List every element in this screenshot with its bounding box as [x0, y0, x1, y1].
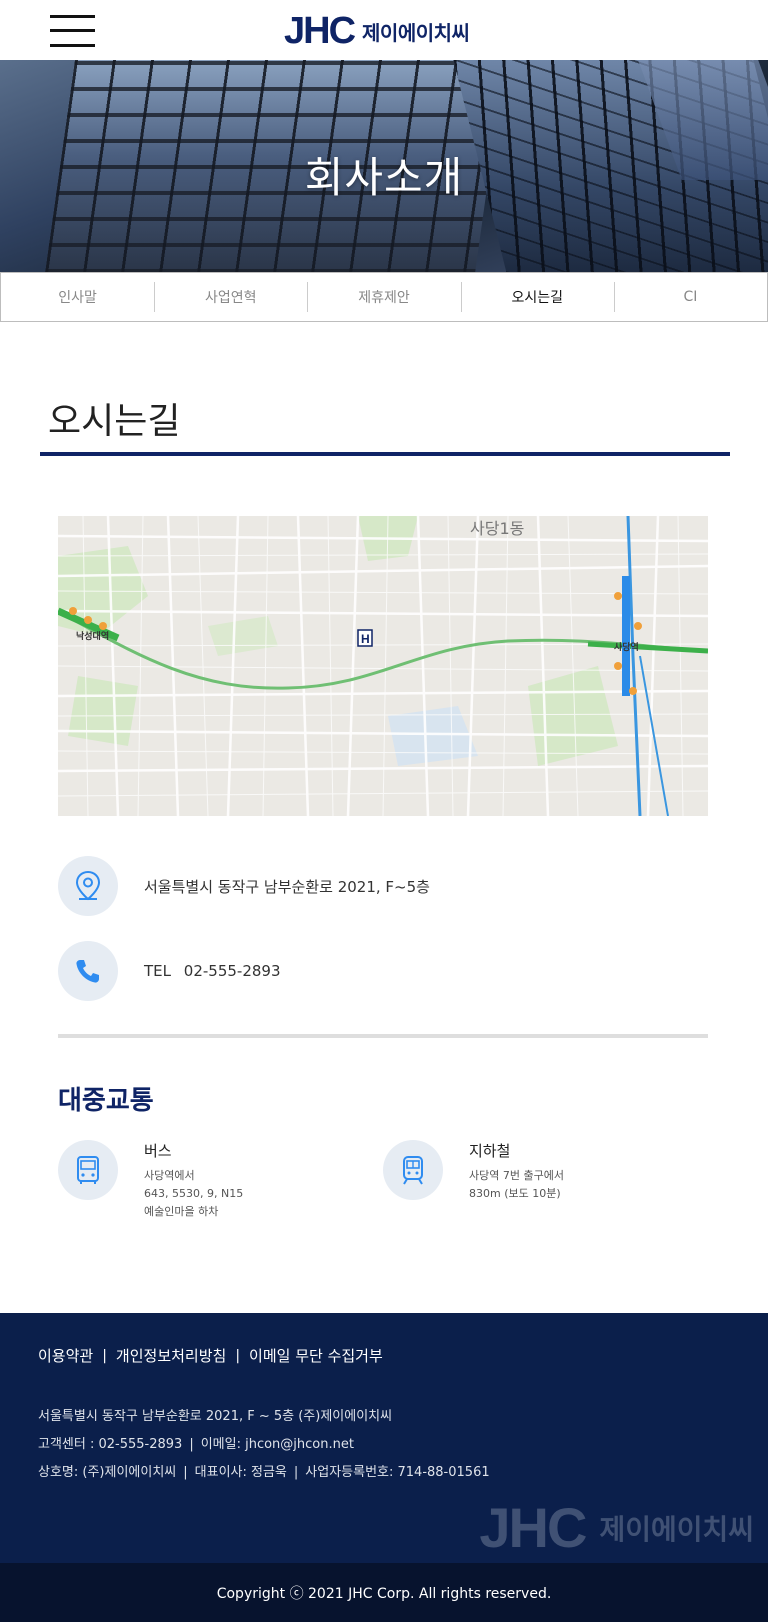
svg-text:H: H: [361, 632, 370, 646]
subway-line-1: 사당역 7번 출구에서: [469, 1169, 564, 1182]
subway-line-2: 830m (보도 10분): [469, 1187, 561, 1200]
map-label-area: 사당1동: [470, 519, 524, 538]
subway-heading: 지하철: [469, 1142, 511, 1160]
section-divider: [58, 1034, 708, 1038]
footer-email: 이메일: jhcon@jhcon.net: [200, 1437, 354, 1452]
address-row: 서울특별시 동작구 남부순환로 2021, F~5층: [58, 856, 430, 916]
bus-info: 버스 사당역에서 643, 5530, 9, N15 예술인마을 하차: [58, 1140, 243, 1221]
address-text: 서울특별시 동작구 남부순환로 2021, F~5층: [144, 877, 430, 896]
logo-text: 제이에이치씨: [362, 20, 470, 45]
transport-title: 대중교통: [58, 1086, 154, 1116]
tab-greeting[interactable]: 인사말: [1, 273, 154, 321]
footer-logo: JHC 제이에이치씨: [479, 1495, 754, 1560]
phone-text: TEL 02-555-2893: [144, 962, 281, 980]
footer-address: 서울특별시 동작구 남부순환로 2021, F ~ 5층 (주)제이에이치씨: [38, 1409, 393, 1424]
site-header: JHC 제이에이치씨: [0, 0, 768, 60]
footer-company-info: 서울특별시 동작구 남부순환로 2021, F ~ 5층 (주)제이에이치씨 고…: [38, 1403, 490, 1487]
footer-logo-text: 제이에이치씨: [599, 1512, 754, 1546]
hero-banner: 회사소개: [0, 60, 768, 273]
location-pin-icon: [58, 856, 118, 916]
logo-mark: JHC: [284, 10, 356, 52]
copyright-text: Copyright ⓒ 2021 JHC Corp. All rights re…: [216, 1585, 552, 1602]
bus-icon: [58, 1140, 118, 1200]
subway-info: 지하철 사당역 7번 출구에서 830m (보도 10분): [383, 1140, 564, 1203]
map-label-station-right: 사당역: [614, 641, 639, 653]
footer-link-email-refusal[interactable]: 이메일 무단 수집거부: [249, 1345, 383, 1366]
tab-directions[interactable]: 오시는길: [460, 273, 614, 321]
title-divider: [40, 452, 730, 456]
footer-link-terms[interactable]: 이용약관: [38, 1345, 93, 1366]
map-graphic: H 사당1동 낙성대역 사당역: [58, 516, 708, 816]
footer-links: 이용약관 | 개인정보처리방침 | 이메일 무단 수집거부: [38, 1345, 383, 1366]
sub-navigation-tabs: 인사말 사업연혁 제휴제안 오시는길 CI: [0, 272, 768, 322]
bus-line-1: 사당역에서: [144, 1169, 195, 1182]
site-logo[interactable]: JHC 제이에이치씨: [284, 10, 470, 52]
bus-heading: 버스: [144, 1142, 172, 1160]
footer-ceo: 대표이사: 정금욱: [194, 1465, 287, 1480]
page-title: 오시는길: [48, 401, 181, 442]
footer-business-number: 사업자등록번호: 714-88-01561: [305, 1465, 490, 1480]
map-label-station-left: 낙성대역: [76, 630, 109, 642]
tab-partnership[interactable]: 제휴제안: [307, 273, 460, 321]
footer-company-name: 상호명: (주)제이에이치씨: [38, 1465, 177, 1480]
footer-customer-center: 고객센터 : 02-555-2893: [38, 1437, 183, 1452]
hero-title: 회사소개: [304, 153, 464, 202]
tab-history[interactable]: 사업연혁: [154, 273, 307, 321]
tel-label: TEL: [144, 962, 171, 980]
footer-logo-mark: JHC: [479, 1496, 587, 1559]
phone-row: TEL 02-555-2893: [58, 941, 281, 1001]
subway-icon: [383, 1140, 443, 1200]
bus-line-3: 예술인마을 하차: [144, 1205, 219, 1218]
copyright-bar: Copyright ⓒ 2021 JHC Corp. All rights re…: [0, 1563, 768, 1622]
hamburger-menu-icon[interactable]: [50, 14, 95, 48]
tel-number[interactable]: 02-555-2893: [184, 962, 281, 980]
phone-icon: [58, 941, 118, 1001]
location-map[interactable]: H 사당1동 낙성대역 사당역: [58, 516, 708, 816]
footer-link-privacy[interactable]: 개인정보처리방침: [116, 1345, 226, 1366]
bus-line-2: 643, 5530, 9, N15: [144, 1187, 244, 1200]
tab-ci[interactable]: CI: [613, 273, 767, 321]
site-footer: 이용약관 | 개인정보처리방침 | 이메일 무단 수집거부 서울특별시 동작구 …: [0, 1313, 768, 1563]
